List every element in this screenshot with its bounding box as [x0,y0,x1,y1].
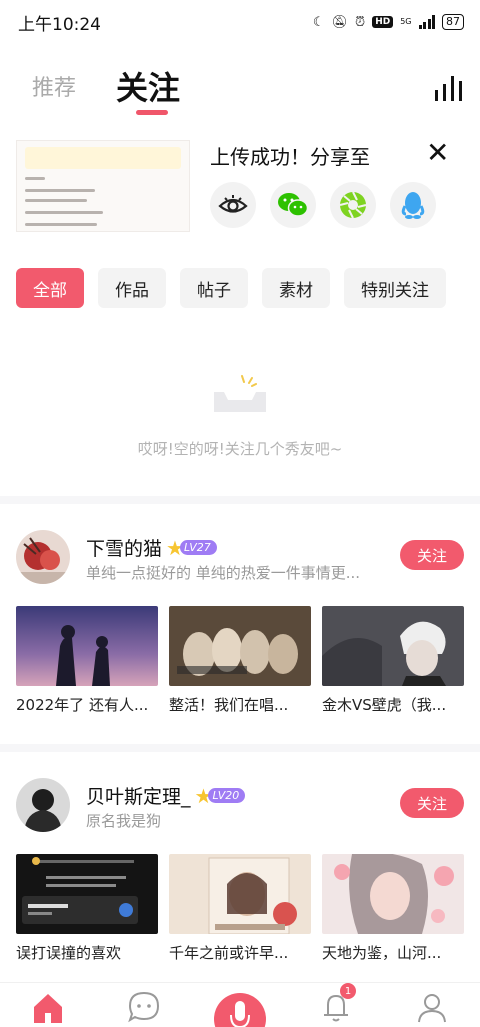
work-item[interactable]: 千年之前或许早... [169,854,311,963]
status-icons: ☾ 🔕︎ ⏰︎ HD 5G 87 [313,14,464,30]
work-thumbnail[interactable] [322,854,464,934]
alarm-icon: ⏰︎ [355,14,366,30]
user-name-row: 贝叶斯定理_ ★ LV20 [86,782,246,809]
filter-chip-all[interactable]: 全部 [16,268,84,308]
user-signature: 单纯一点挺好的 单纯的热爱一件事情更... [86,564,361,582]
close-icon[interactable]: ✕ [426,139,449,167]
user-works: 2022年了 还有人... 整活！我们在唱... 金木VS壁虎（我... [16,606,464,715]
tab-recommend[interactable]: 推荐 [32,70,76,102]
work-title: 金木VS壁虎（我... [322,696,447,714]
qq-icon [401,192,425,219]
status-bar: 上午10:24 ☾ 🔕︎ ⏰︎ HD 5G 87 [0,0,480,44]
work-item[interactable]: 金木VS壁虎（我... [322,606,464,715]
hd-icon: HD [372,16,394,28]
message-icon[interactable] [126,989,162,1025]
battery-indicator: 87 [442,14,464,30]
top-tabs: 推荐 关注 [0,60,480,120]
filter-chip-materials[interactable]: 素材 [262,268,330,308]
section-divider [0,744,480,752]
avatar[interactable] [16,778,70,832]
work-title: 误打误撞的喜欢 [16,944,122,962]
share-qq-button[interactable] [390,182,436,228]
share-moments-button[interactable] [330,182,376,228]
profile-icon[interactable] [414,989,450,1025]
record-button[interactable] [214,993,266,1027]
work-thumbnail[interactable] [16,854,158,934]
signal-icon [418,15,435,29]
work-item[interactable]: 误打误撞的喜欢 [16,854,158,963]
bottom-nav: 1 [0,982,480,1027]
empty-state-text: 哎呀!空的呀!关注几个秀友吧~ [137,440,343,458]
work-thumbnail[interactable] [322,606,464,686]
work-thumbnail[interactable] [16,606,158,686]
level-badge: ★ LV20 [195,786,246,806]
share-targets [210,182,436,228]
user-name[interactable]: 下雪的猫 [86,534,162,561]
section-divider [0,496,480,504]
filter-chip-special-follow[interactable]: 特别关注 [344,268,446,308]
recommended-user-card: 贝叶斯定理_ ★ LV20 原名我是狗 关注 误打误撞的喜欢 千年之前或许早..… [0,778,480,1008]
work-title: 2022年了 还有人... [16,696,149,714]
upload-preview-thumbnail[interactable] [16,140,190,232]
upload-success-title: 上传成功！分享至 [210,145,370,169]
moon-icon: ☾ [312,14,325,30]
tab-following[interactable]: 关注 [116,63,180,109]
level-text: LV27 [179,540,217,555]
share-eye-button[interactable] [210,182,256,228]
notification-badge: 1 [340,983,356,999]
network-label: 5G [400,17,412,26]
eye-icon [218,195,248,213]
microphone-icon [230,1001,250,1027]
level-badge: ★ LV27 [166,538,217,558]
share-wechat-button[interactable] [270,182,316,228]
filter-chip-posts[interactable]: 帖子 [180,268,248,308]
recommended-user-card: 下雪的猫 ★ LV27 单纯一点挺好的 单纯的热爱一件事情更... 关注 202… [0,530,480,760]
user-signature: 原名我是狗 [86,812,162,830]
work-item[interactable]: 2022年了 还有人... [16,606,158,715]
user-name-row: 下雪的猫 ★ LV27 [86,534,217,561]
work-title: 整活！我们在唱... [169,696,289,714]
active-tab-indicator [136,110,168,115]
work-thumbnail[interactable] [169,606,311,686]
moments-icon [339,191,367,219]
work-item[interactable]: 天地为鉴，山河... [322,854,464,963]
ranking-icon[interactable] [432,70,464,102]
wechat-icon [278,193,309,217]
home-icon[interactable] [30,989,66,1025]
user-name[interactable]: 贝叶斯定理_ [86,782,191,809]
status-time: 上午10:24 [18,14,101,35]
work-title: 天地为鉴，山河... [322,944,442,962]
mute-icon: 🔕︎ [331,14,349,30]
user-works: 误打误撞的喜欢 千年之前或许早... 天地为鉴，山河... [16,854,464,963]
follow-button[interactable]: 关注 [400,788,464,818]
filter-chips: 全部 作品 帖子 素材 特别关注 [16,268,446,308]
work-thumbnail[interactable] [169,854,311,934]
follow-button[interactable]: 关注 [400,540,464,570]
filter-chip-works[interactable]: 作品 [98,268,166,308]
work-item[interactable]: 整活！我们在唱... [169,606,311,715]
avatar[interactable] [16,530,70,584]
level-text: LV20 [208,788,246,803]
work-title: 千年之前或许早... [169,944,289,962]
empty-box-icon [214,375,266,412]
